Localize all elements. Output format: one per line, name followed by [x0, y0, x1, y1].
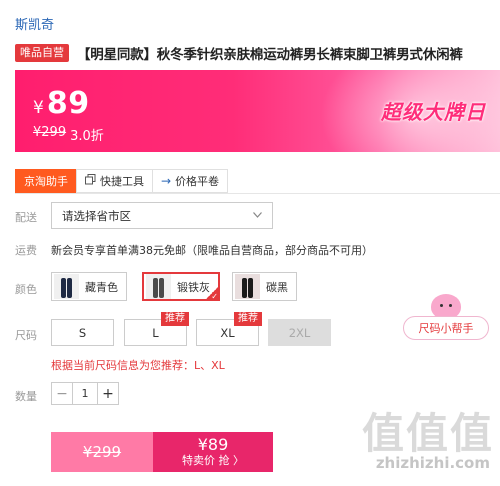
brand-name[interactable]: 斯凯奇	[15, 14, 54, 33]
color-option-iron-grey[interactable]: 锻铁灰 ✓	[142, 272, 220, 301]
quantity-increase-button[interactable]: +	[98, 383, 118, 404]
arrow-right-icon: →	[161, 174, 172, 188]
color-option-label: 藏青色	[85, 280, 118, 294]
product-title-row: 唯品自营 【明星同款】秋冬季针织亲肤棉运动裤男长裤束脚卫裤男式休闲裤	[15, 43, 495, 63]
size-helper-button[interactable]: 尺码小帮手	[403, 294, 489, 346]
discount-rate: 3.0折	[70, 129, 104, 144]
tab-quick-tools[interactable]: 快捷工具	[76, 169, 153, 193]
original-price-text: ¥299	[82, 443, 122, 461]
currency-symbol: ¥	[33, 98, 44, 118]
freight-info: 新会员专享首单满38元免邮（限唯品自营商品，部分商品不可用）	[51, 244, 373, 257]
color-option-label: 碳黑	[266, 280, 288, 294]
chevron-down-icon	[253, 210, 262, 221]
watermark-url: zhizhizhi.com	[375, 454, 490, 472]
current-price-value: 89	[46, 86, 90, 121]
size-label: 尺码	[15, 329, 37, 342]
self-operated-badge: 唯品自营	[15, 44, 69, 62]
size-option-2xl: 2XL	[268, 319, 331, 346]
promo-event-label: 超级大牌日	[381, 100, 486, 124]
buy-now-label: 特卖价 抢 〉	[182, 454, 244, 467]
product-thumbnail	[146, 274, 171, 299]
delivery-label: 配送	[15, 211, 37, 224]
quantity-label: 数量	[15, 390, 37, 403]
copy-icon	[85, 174, 96, 188]
original-price-button[interactable]: ¥299	[51, 432, 153, 472]
tab-jingtao-helper[interactable]: 京淘助手	[15, 169, 77, 193]
size-option-label: S	[78, 325, 87, 340]
selected-check-icon: ✓	[205, 286, 219, 301]
color-label: 颜色	[15, 283, 37, 296]
recommended-tag: 推荐	[234, 312, 262, 326]
size-option-s[interactable]: S	[51, 319, 114, 346]
buy-now-price: ¥89	[197, 435, 229, 454]
color-option-carbon-black[interactable]: 碳黑	[232, 272, 297, 301]
size-option-label: 2XL	[288, 325, 311, 340]
price-banner: ¥ 89 ¥299 3.0折 超级大牌日	[15, 70, 500, 152]
buy-now-button[interactable]: ¥89 特卖价 抢 〉	[153, 432, 273, 472]
freight-label: 运费	[15, 244, 37, 257]
address-select[interactable]: 请选择省市区	[51, 202, 273, 229]
tab-label: 快捷工具	[100, 175, 144, 188]
tab-label: 价格平卷	[175, 175, 220, 188]
original-price: ¥299	[33, 125, 67, 140]
quantity-value[interactable]: 1	[72, 383, 98, 404]
helper-tabs: 京淘助手 快捷工具 → 价格平卷	[15, 169, 229, 193]
size-recommendation-hint: 根据当前尺码信息为您推荐：L、XL	[51, 359, 225, 372]
recommended-tag: 推荐	[161, 312, 189, 326]
product-thumbnail	[235, 274, 260, 299]
size-helper-pill: 尺码小帮手	[403, 316, 489, 340]
original-price-row: ¥299 3.0折	[33, 125, 104, 144]
product-title: 【明星同款】秋冬季针织亲肤棉运动裤男长裤束脚卫裤男式休闲裤	[77, 47, 463, 63]
size-helper-label: 尺码小帮手	[418, 322, 474, 335]
quantity-stepper: − 1 +	[51, 382, 119, 405]
color-option-navy[interactable]: 藏青色	[51, 272, 127, 301]
current-price: ¥ 89	[33, 86, 90, 121]
tab-label: 京淘助手	[24, 175, 68, 188]
product-thumbnail	[54, 274, 79, 299]
quantity-decrease-button[interactable]: −	[52, 383, 72, 404]
watermark-logo: 值值值	[361, 409, 494, 458]
tabs-divider	[15, 193, 500, 194]
tab-price-compare[interactable]: → 价格平卷	[152, 169, 229, 193]
size-option-label: XL	[220, 325, 235, 340]
size-option-label: L	[152, 325, 159, 340]
address-placeholder: 请选择省市区	[62, 208, 131, 223]
